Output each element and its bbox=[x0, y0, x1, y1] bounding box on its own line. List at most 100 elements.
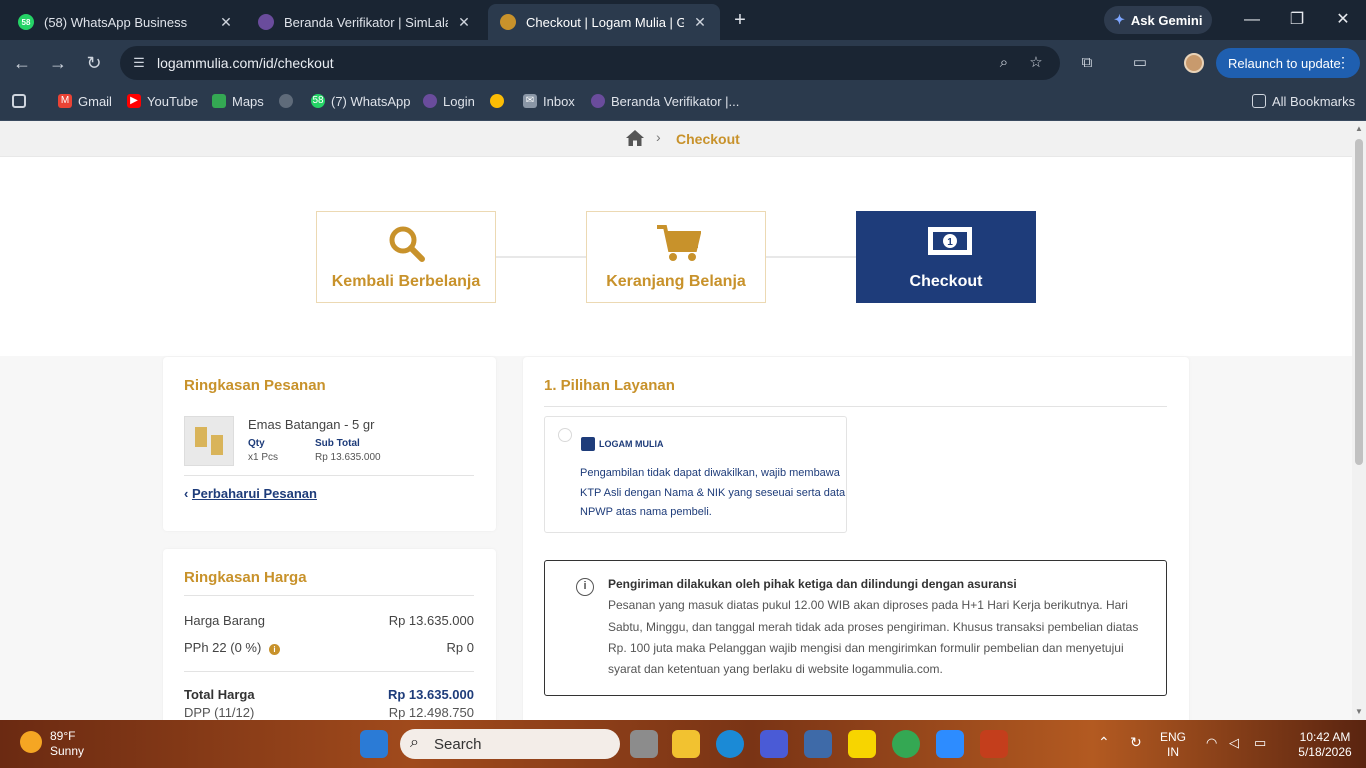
bookmark-globe[interactable] bbox=[279, 92, 299, 110]
chevron-up-icon[interactable]: ⌃ bbox=[1098, 735, 1110, 750]
bookmark-label: YouTube bbox=[147, 93, 199, 109]
page-scrollbar[interactable]: ▲ ▼ bbox=[1352, 121, 1366, 720]
logam-mulia-logo: LOGAM MULIA bbox=[581, 437, 664, 451]
product-image bbox=[184, 416, 234, 466]
step-connector bbox=[496, 256, 586, 258]
chrome-icon[interactable] bbox=[892, 730, 920, 758]
bookmark-maps[interactable]: Maps bbox=[212, 92, 264, 110]
qty-label: Qty bbox=[248, 438, 265, 449]
bookmark-login[interactable]: Login bbox=[423, 92, 475, 110]
bookmark-gmail[interactable]: M Gmail bbox=[58, 92, 112, 110]
profile-avatar[interactable] bbox=[1184, 53, 1204, 73]
scroll-down-icon[interactable]: ▼ bbox=[1355, 707, 1363, 716]
battery-icon[interactable]: ▭ bbox=[1254, 735, 1266, 750]
sync-icon[interactable]: ↻ bbox=[1130, 735, 1142, 750]
all-bookmarks[interactable]: All Bookmarks bbox=[1252, 92, 1355, 110]
bookmark-inbox[interactable]: ✉ Inbox bbox=[523, 92, 575, 110]
order-summary-card: Ringkasan Pesanan Emas Batangan - 5 gr Q… bbox=[163, 357, 496, 531]
task-view-icon[interactable] bbox=[630, 730, 658, 758]
scroll-thumb[interactable] bbox=[1355, 139, 1363, 465]
cast-icon[interactable]: ▭ bbox=[1129, 52, 1151, 74]
web-page: › Checkout Kembali Berbelanja Keranjang … bbox=[0, 121, 1352, 720]
wifi-icon[interactable]: ◠ bbox=[1206, 735, 1217, 750]
bookmark-label: Inbox bbox=[543, 93, 575, 109]
minimize-icon[interactable]: — bbox=[1240, 8, 1264, 32]
option-radio[interactable] bbox=[558, 428, 572, 442]
bookmark-label: (7) WhatsApp bbox=[331, 93, 411, 109]
search-icon: ⌕ bbox=[410, 734, 419, 751]
menu-dots-icon[interactable]: ⋮ bbox=[1336, 54, 1350, 71]
forward-icon[interactable]: → bbox=[46, 51, 70, 75]
divider bbox=[184, 671, 474, 672]
close-icon[interactable]: ✕ bbox=[692, 14, 708, 31]
update-order-link[interactable]: ‹ Perbaharui Pesanan bbox=[184, 486, 317, 501]
search-placeholder: Search bbox=[434, 735, 482, 753]
zoom-icon[interactable]: ⌕ bbox=[995, 54, 1013, 72]
info-icon[interactable]: i bbox=[268, 644, 280, 655]
lang-region: IN bbox=[1167, 745, 1179, 759]
bookmark-star-icon[interactable]: ☆ bbox=[1027, 54, 1045, 72]
notice-line: Pesanan yang masuk diatas pukul 12.00 WI… bbox=[608, 598, 1128, 612]
restore-icon[interactable]: ❐ bbox=[1285, 8, 1309, 32]
edge-icon[interactable] bbox=[716, 730, 744, 758]
url-text[interactable]: logammulia.com/id/checkout bbox=[157, 55, 334, 71]
camera-icon[interactable] bbox=[804, 730, 832, 758]
taskbar-search[interactable]: ⌕ Search bbox=[400, 729, 620, 759]
app-icon[interactable] bbox=[760, 730, 788, 758]
step-kembali-berbelanja[interactable]: Kembali Berbelanja bbox=[316, 211, 496, 303]
subtotal-value: Rp 13.635.000 bbox=[315, 452, 381, 463]
close-icon[interactable]: ✕ bbox=[456, 14, 472, 31]
close-window-icon[interactable]: ✕ bbox=[1331, 8, 1355, 32]
scroll-up-icon[interactable]: ▲ bbox=[1355, 124, 1363, 133]
gmail-icon: M bbox=[58, 94, 72, 108]
close-icon[interactable]: ✕ bbox=[218, 14, 234, 31]
windows-start-icon[interactable] bbox=[360, 730, 388, 758]
weather-widget[interactable]: 89°F Sunny bbox=[50, 729, 84, 759]
volume-icon[interactable]: ◁ bbox=[1229, 735, 1239, 750]
tab-title: Beranda Verifikator | SimLala bbox=[284, 14, 448, 30]
tab-title: Checkout | Logam Mulia | Gold bbox=[526, 14, 684, 30]
relaunch-button[interactable]: Relaunch to update ⋮ bbox=[1216, 48, 1360, 78]
ask-gemini-button[interactable]: ✦ Ask Gemini bbox=[1104, 6, 1212, 34]
language-indicator[interactable]: ENG IN bbox=[1160, 730, 1186, 760]
service-option-pickup[interactable]: LOGAM MULIA Pengambilan tidak dapat diwa… bbox=[544, 416, 847, 533]
product-name: Emas Batangan - 5 gr bbox=[248, 417, 375, 432]
step-label: Keranjang Belanja bbox=[606, 273, 746, 290]
step-checkout[interactable]: 1 Checkout bbox=[856, 211, 1036, 303]
tab-whatsapp-business[interactable]: 58 (58) WhatsApp Business ✕ bbox=[6, 4, 246, 40]
tab-checkout[interactable]: Checkout | Logam Mulia | Gold ✕ bbox=[488, 4, 720, 40]
sun-icon bbox=[20, 731, 42, 753]
clock[interactable]: 10:42 AM 5/18/2026 bbox=[1290, 730, 1360, 760]
file-explorer-icon[interactable] bbox=[672, 730, 700, 758]
new-tab-button[interactable]: + bbox=[730, 10, 750, 30]
bookmark-whatsapp[interactable]: 58 (7) WhatsApp bbox=[311, 92, 410, 110]
reload-icon[interactable]: ↻ bbox=[82, 51, 106, 75]
extensions-icon[interactable]: ⧉ bbox=[1076, 52, 1098, 74]
zoom-app-icon[interactable] bbox=[936, 730, 964, 758]
powerpoint-icon[interactable] bbox=[980, 730, 1008, 758]
divider bbox=[184, 595, 474, 596]
bookmark-pinwheel[interactable] bbox=[490, 92, 510, 110]
youtube-icon: ▶ bbox=[127, 94, 141, 108]
pinwheel-icon bbox=[490, 94, 504, 108]
site-info-icon[interactable]: ☰ bbox=[130, 54, 148, 72]
subtotal-label: Sub Total bbox=[315, 438, 360, 449]
sticky-notes-icon[interactable] bbox=[848, 730, 876, 758]
date: 5/18/2026 bbox=[1298, 745, 1352, 759]
tab-simlala[interactable]: Beranda Verifikator | SimLala ✕ bbox=[246, 4, 484, 40]
globe-icon bbox=[279, 94, 293, 108]
step-keranjang-belanja[interactable]: Keranjang Belanja bbox=[586, 211, 766, 303]
info-icon: i bbox=[576, 578, 594, 596]
home-icon[interactable] bbox=[626, 130, 644, 146]
bookmark-youtube[interactable]: ▶ YouTube bbox=[127, 92, 198, 110]
option-description: NPWP atas nama pembeli. bbox=[580, 506, 712, 518]
site-icon bbox=[591, 94, 605, 108]
apps-grid-icon[interactable] bbox=[12, 92, 32, 110]
maps-icon bbox=[212, 94, 226, 108]
bookmark-beranda[interactable]: Beranda Verifikator |... bbox=[591, 92, 739, 110]
tab-title: (58) WhatsApp Business bbox=[44, 14, 188, 30]
site-icon bbox=[258, 14, 274, 30]
step-connector bbox=[766, 256, 856, 258]
logam-mulia-icon bbox=[500, 14, 516, 30]
back-icon[interactable]: ← bbox=[10, 51, 34, 75]
